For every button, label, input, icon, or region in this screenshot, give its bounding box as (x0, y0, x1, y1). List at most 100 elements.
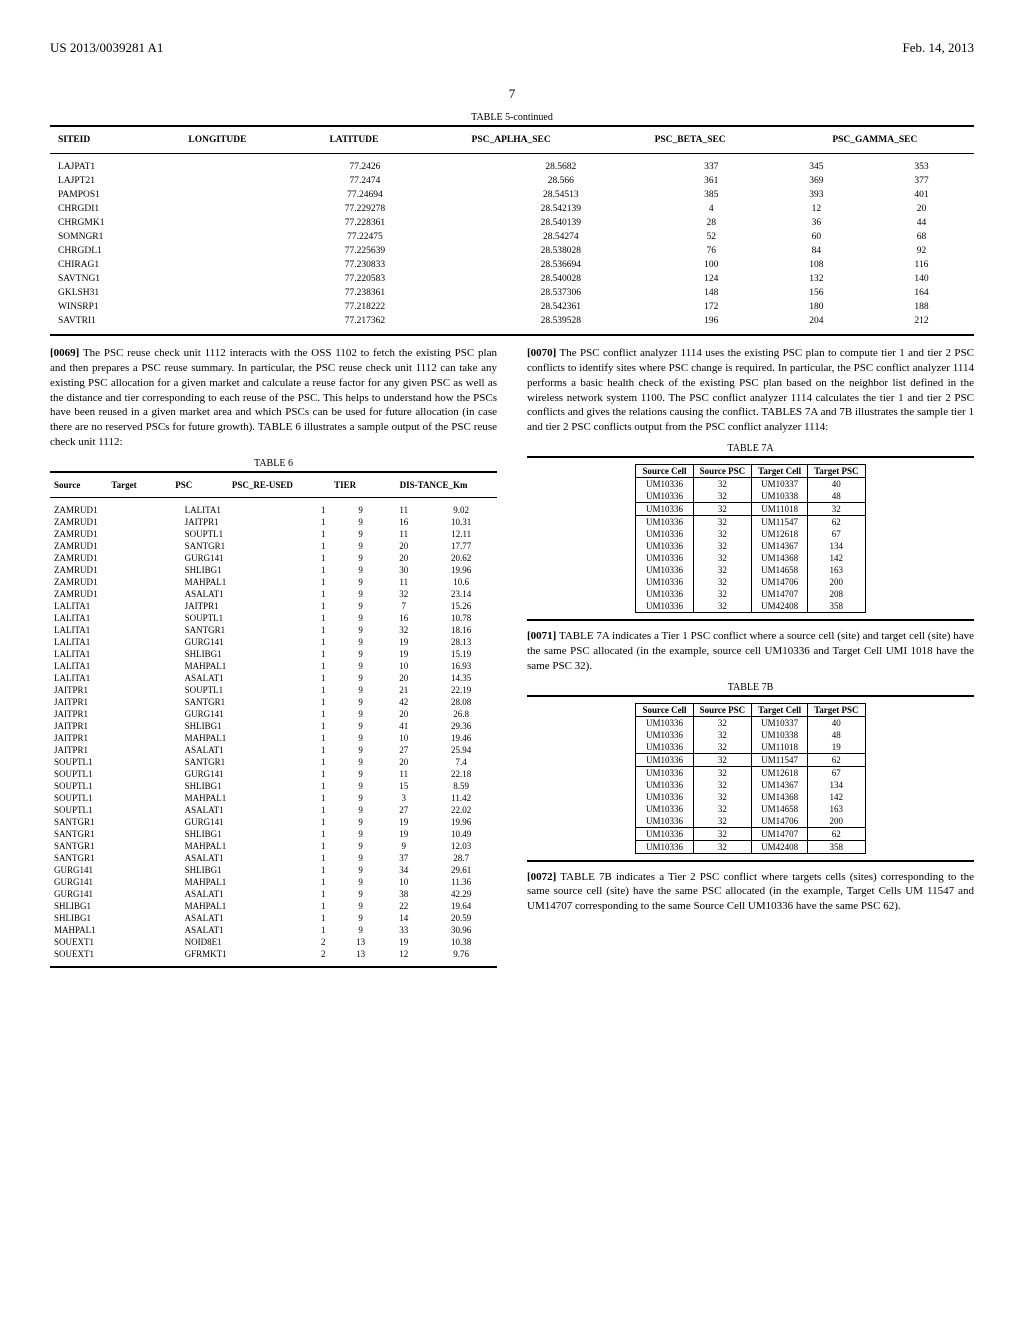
col-header: PSC (163, 479, 205, 491)
table-row: GURG141MAHPAL1191011.36 (50, 876, 497, 888)
col-header: Target Cell (752, 465, 808, 478)
table-row: SOUPTL1ASALAT1192722.02 (50, 804, 497, 816)
table-row: SOUPTL1SHLIBG119158.59 (50, 780, 497, 792)
table-row: ZAMRUD1LALITA119119.02 (50, 504, 497, 516)
table-row: CHIRAG177.23083328.536694100108116 (50, 258, 974, 272)
para-num: [0070] (527, 347, 556, 359)
table-row: SHLIBG1ASALAT1191420.59 (50, 912, 497, 924)
para-text: The PSC reuse check unit 1112 interacts … (50, 347, 497, 448)
col-header: SITEID (50, 133, 145, 147)
table-row: UM1033632UM14368142 (636, 552, 865, 564)
table-row: PAMPOS177.2469428.54513385393401 (50, 188, 974, 202)
table-5-title: TABLE 5-continued (50, 112, 974, 123)
col-header: LONGITUDE (145, 133, 290, 147)
table-row: ZAMRUD1MAHPAL1191110.6 (50, 576, 497, 588)
table-row: LALITA1SANTGR1193218.16 (50, 624, 497, 636)
table-row: UM1033632UM14658163 (636, 564, 865, 576)
table-row: LALITA1MAHPAL1191016.93 (50, 660, 497, 672)
table-row: UM1033632UM1033740 (636, 478, 865, 491)
table-row: SANTGR1ASALAT1193728.7 (50, 852, 497, 864)
table-row: ZAMRUD1JAITPR1191610.31 (50, 516, 497, 528)
table-row: ZAMRUD1ASALAT1193223.14 (50, 588, 497, 600)
table-row: UM1033632UM1154762 (636, 753, 865, 766)
table-row: WINSRP177.21822228.542361172180188 (50, 300, 974, 314)
col-header: PSC_BETA_SEC (605, 133, 776, 147)
table-row: SANTGR1GURG141191919.96 (50, 816, 497, 828)
table-row: SAVTRI177.21736228.539528196204212 (50, 314, 974, 328)
table-row: SOUEXT1GFRMKT1213129.76 (50, 948, 497, 960)
col-header: Target PSC (808, 465, 865, 478)
table-row: SHLIBG1MAHPAL1192219.64 (50, 900, 497, 912)
col-header: DIS-TANCE_Km (370, 479, 497, 491)
table-row: LALITA1JAITPR119715.26 (50, 600, 497, 612)
col-header: LATITUDE (290, 133, 418, 147)
para-0070: [0070] The PSC conflict analyzer 1114 us… (527, 346, 974, 435)
table-row: UM1033632UM1154762 (636, 516, 865, 529)
col-header: Source Cell (636, 703, 693, 716)
table-row: LALITA1SHLIBG1191915.19 (50, 648, 497, 660)
table-row: SAVTNG177.22058328.540028124132140 (50, 272, 974, 286)
table-6: TABLE 6 SourceTargetPSCPSC_RE-USEDTIERDI… (50, 458, 497, 968)
table-row: CHRGMK177.22836128.540139283644 (50, 216, 974, 230)
table-row: LALITA1GURG141191928.13 (50, 636, 497, 648)
table-7b: TABLE 7B Source CellSource PSCTarget Cel… (527, 682, 974, 862)
table-row: MAHPAL1ASALAT1193330.96 (50, 924, 497, 936)
table-row: UM1033632UM1033848 (636, 490, 865, 503)
table-5: TABLE 5-continued SITEIDLONGITUDELATITUD… (50, 112, 974, 336)
table-row: UM1033632UM1261867 (636, 528, 865, 540)
pub-number: US 2013/0039281 A1 (50, 40, 163, 56)
table-row: UM1033632UM1033848 (636, 729, 865, 741)
table-row: UM1033632UM42408358 (636, 600, 865, 613)
table-row: LALITA1SOUPTL1191610.78 (50, 612, 497, 624)
table-row: UM1033632UM1470762 (636, 827, 865, 840)
table-7b-title: TABLE 7B (527, 682, 974, 693)
para-num: [0072] (527, 871, 556, 883)
table-row: UM1033632UM14368142 (636, 791, 865, 803)
col-header: PSC_APLHA_SEC (418, 133, 605, 147)
table-row: SOMNGR177.2247528.54274526068 (50, 230, 974, 244)
table-row: SOUPTL1SANTGR119207.4 (50, 756, 497, 768)
pub-date: Feb. 14, 2013 (903, 40, 975, 56)
para-0069: [0069] The PSC reuse check unit 1112 int… (50, 346, 497, 450)
col-header: Target (107, 479, 162, 491)
table-row: UM1033632UM1033740 (636, 716, 865, 729)
table-row: JAITPR1MAHPAL1191019.46 (50, 732, 497, 744)
table-row: UM1033632UM14707208 (636, 588, 865, 600)
col-header: Target Cell (752, 703, 808, 716)
table-row: SANTGR1SHLIBG1191910.49 (50, 828, 497, 840)
table-row: CHRGDI177.22927828.54213941220 (50, 202, 974, 216)
col-header: Source PSC (693, 703, 752, 716)
table-row: UM1033632UM14706200 (636, 815, 865, 828)
table-row: SOUPTL1MAHPAL119311.42 (50, 792, 497, 804)
table-7a: TABLE 7A Source CellSource PSCTarget Cel… (527, 443, 974, 621)
table-row: LAJPAT177.242628.5682337345353 (50, 160, 974, 174)
table-row: ZAMRUD1SOUPTL1191112.11 (50, 528, 497, 540)
col-header: Target PSC (808, 703, 865, 716)
col-header: PSC_GAMMA_SEC (776, 133, 974, 147)
page-number: 7 (50, 86, 974, 102)
table-row: LALITA1ASALAT1192014.35 (50, 672, 497, 684)
para-text: TABLE 7A indicates a Tier 1 PSC conflict… (527, 630, 974, 672)
col-header: Source Cell (636, 465, 693, 478)
table-row: ZAMRUD1SHLIBG1193019.96 (50, 564, 497, 576)
table-row: JAITPR1SHLIBG1194129.36 (50, 720, 497, 732)
table-row: LAJPT2177.247428.566361369377 (50, 174, 974, 188)
table-row: JAITPR1SANTGR1194228.08 (50, 696, 497, 708)
table-row: GURG141ASALAT1193842.29 (50, 888, 497, 900)
table-row: SOUPTL1GURG141191122.18 (50, 768, 497, 780)
para-num: [0071] (527, 630, 556, 642)
col-header: PSC_RE-USED (205, 479, 320, 491)
table-row: UM1033632UM1101819 (636, 741, 865, 754)
table-row: SANTGR1MAHPAL119912.03 (50, 840, 497, 852)
table-row: UM1033632UM1101832 (636, 503, 865, 516)
para-text: TABLE 7B indicates a Tier 2 PSC conflict… (527, 871, 974, 913)
para-0071: [0071] TABLE 7A indicates a Tier 1 PSC c… (527, 629, 974, 674)
para-num: [0069] (50, 347, 79, 359)
page-header: US 2013/0039281 A1 Feb. 14, 2013 (50, 40, 974, 56)
table-7a-title: TABLE 7A (527, 443, 974, 454)
table-row: GKLSH3177.23836128.537306148156164 (50, 286, 974, 300)
para-0072: [0072] TABLE 7B indicates a Tier 2 PSC c… (527, 870, 974, 915)
table-row: SOUEXT1NOID8E12131910.38 (50, 936, 497, 948)
table-row: JAITPR1ASALAT1192725.94 (50, 744, 497, 756)
para-text: The PSC conflict analyzer 1114 uses the … (527, 347, 974, 433)
